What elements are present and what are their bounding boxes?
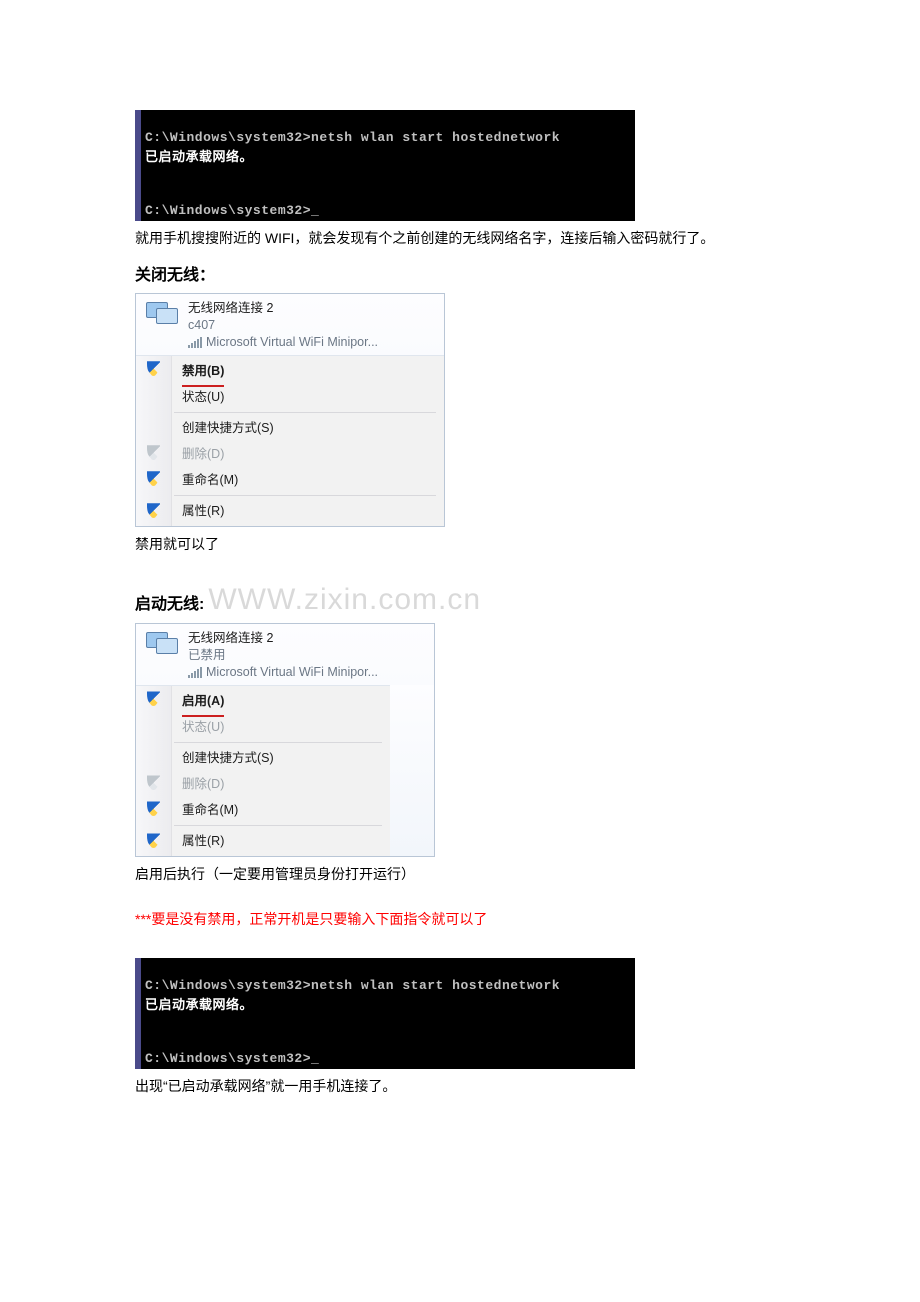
signal-icon (188, 337, 202, 348)
menu-item-delete[interactable]: 删除(D) (172, 441, 444, 467)
context-menu: 启用(A) 状态(U) 创建快捷方式(S) 删除(D) 重命名(M) 属性(R) (136, 685, 390, 856)
caption-after-term1: 就用手机搜搜附近的 WIFI，就会发现有个之前创建的无线网络名字，连接后输入密码… (135, 225, 785, 252)
shield-icon (147, 471, 160, 486)
shield-icon (147, 775, 160, 790)
heading-start-wireless: 启动无线: (135, 590, 204, 614)
cmd-line: C:\Windows\system32>netsh wlan start hos… (141, 128, 635, 148)
computer-icon (144, 630, 180, 660)
caption-after-start: 启用后执行（一定要用管理员身份打开运行） (135, 861, 785, 888)
menu-item-status[interactable]: 状态(U) (172, 384, 444, 410)
shield-icon (147, 691, 160, 706)
menu-item-shortcut[interactable]: 创建快捷方式(S) (172, 745, 390, 771)
menu-item-rename[interactable]: 重命名(M) (172, 467, 444, 493)
context-menu: 禁用(B) 状态(U) 创建快捷方式(S) 删除(D) 重命名(M) 属性(R) (136, 355, 444, 526)
menu-item-delete[interactable]: 删除(D) (172, 771, 390, 797)
cmd-output: 已启动承载网络。 (141, 148, 635, 168)
menu-item-rename[interactable]: 重命名(M) (172, 797, 390, 823)
adapter-ssid: c407 (188, 317, 436, 334)
shield-icon (147, 361, 160, 376)
menu-item-disable[interactable]: 禁用(B) (172, 358, 444, 384)
shield-icon (147, 445, 160, 460)
shield-icon (147, 503, 160, 518)
menu-item-shortcut[interactable]: 创建快捷方式(S) (172, 415, 444, 441)
adapter-status: 已禁用 (188, 647, 426, 664)
computer-icon (144, 300, 180, 330)
cmd-prompt: C:\Windows\system32>_ (141, 201, 635, 221)
cmd-terminal-1: C:\Windows\system32>netsh wlan start hos… (135, 110, 635, 221)
menu-item-properties[interactable]: 属性(R) (172, 828, 390, 854)
menu-item-status[interactable]: 状态(U) (172, 714, 390, 740)
watermark-text: WWW.zixin.com.cn (208, 585, 481, 615)
cmd-prompt: C:\Windows\system32>_ (141, 1049, 635, 1069)
shield-icon (147, 801, 160, 816)
menu-item-properties[interactable]: 属性(R) (172, 498, 444, 524)
heading-close-wireless: 关闭无线： (135, 261, 785, 285)
signal-icon (188, 667, 202, 678)
network-adapter-card-2: 无线网络连接 2 已禁用 Microsoft Virtual WiFi Mini… (135, 623, 435, 857)
network-adapter-card-1: 无线网络连接 2 c407 Microsoft Virtual WiFi Min… (135, 293, 445, 527)
shield-icon (147, 833, 160, 848)
cmd-line: C:\Windows\system32>netsh wlan start hos… (141, 976, 635, 996)
caption-red-note: ***要是没有禁用，正常开机是只要输入下面指令就可以了 (135, 906, 785, 933)
caption-after-close: 禁用就可以了 (135, 531, 785, 558)
cmd-terminal-2: C:\Windows\system32>netsh wlan start hos… (135, 958, 635, 1069)
adapter-title: 无线网络连接 2 (188, 300, 436, 317)
adapter-title: 无线网络连接 2 (188, 630, 426, 647)
cmd-output: 已启动承载网络。 (141, 996, 635, 1016)
menu-item-enable[interactable]: 启用(A) (172, 688, 390, 714)
adapter-desc: Microsoft Virtual WiFi Minipor... (206, 334, 378, 351)
caption-after-term2: 出现“已启动承载网络”就一用手机连接了。 (135, 1073, 785, 1100)
adapter-desc: Microsoft Virtual WiFi Minipor... (206, 664, 378, 681)
